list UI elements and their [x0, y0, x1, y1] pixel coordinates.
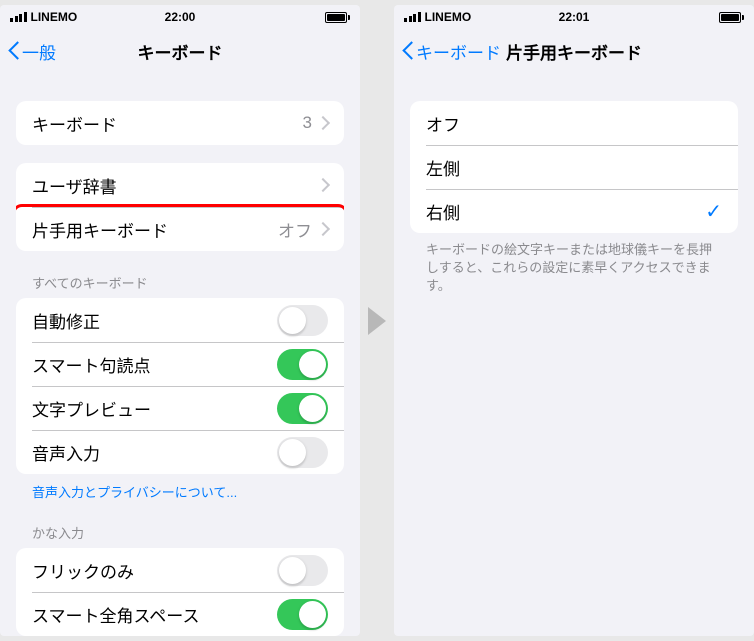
row-value: オフ [278, 217, 312, 242]
back-label: キーボード [416, 39, 501, 64]
back-button[interactable]: キーボード [402, 39, 501, 64]
chevron-right-icon [320, 222, 328, 236]
option-off[interactable]: オフ [410, 101, 738, 145]
battery-icon [719, 12, 744, 23]
signal-icon [10, 12, 27, 22]
row-label: 右側 [426, 199, 705, 224]
dictation-privacy-link[interactable]: 音声入力とプライバシーについて... [0, 474, 360, 501]
toggle-autocorrect[interactable] [277, 305, 328, 336]
row-smart-fullwidth-space[interactable]: スマート全角スペース [16, 592, 344, 636]
back-button[interactable]: 一般 [8, 39, 56, 64]
chevron-left-icon [8, 41, 20, 61]
group-dict-onehanded: ユーザ辞書 片手用キーボード オフ [16, 163, 344, 251]
toggle-smart-fullwidth-space[interactable] [277, 599, 328, 630]
toggle-dictation[interactable] [277, 437, 328, 468]
row-dictation[interactable]: 音声入力 [16, 430, 344, 474]
row-label: キーボード [32, 111, 303, 136]
row-value: 3 [303, 113, 312, 133]
row-label: 音声入力 [32, 440, 277, 465]
arrow-right-icon [368, 307, 386, 335]
content: キーボード 3 ユーザ辞書 片手用キーボード オフ すべてのキーボード 自動修正 [0, 73, 360, 636]
status-bar: LINEMO 22:00 [0, 5, 360, 29]
row-one-handed-keyboard[interactable]: 片手用キーボード オフ [16, 207, 344, 251]
status-bar: LINEMO 22:01 [394, 5, 754, 29]
group-kana: フリックのみ スマート全角スペース [16, 548, 344, 636]
row-flick-only[interactable]: フリックのみ [16, 548, 344, 592]
row-character-preview[interactable]: 文字プレビュー [16, 386, 344, 430]
group-keyboards: キーボード 3 [16, 101, 344, 145]
row-label: スマート全角スペース [32, 602, 277, 627]
chevron-right-icon [320, 116, 328, 130]
status-left: LINEMO [10, 10, 77, 24]
option-right[interactable]: 右側 ✓ [410, 189, 738, 233]
right-phone: LINEMO 22:01 キーボード 片手用キーボード オフ 左側 右側 ✓ [394, 5, 754, 636]
transition-arrow [360, 307, 394, 335]
row-label: 左側 [426, 155, 722, 180]
nav-header: 一般 キーボード [0, 29, 360, 73]
toggle-character-preview[interactable] [277, 393, 328, 424]
status-left: LINEMO [404, 10, 471, 24]
row-label: スマート句読点 [32, 352, 277, 377]
row-label: 自動修正 [32, 308, 277, 333]
row-label: ユーザ辞書 [32, 173, 320, 198]
row-label: フリックのみ [32, 558, 277, 583]
toggle-smart-punctuation[interactable] [277, 349, 328, 380]
row-autocorrect[interactable]: 自動修正 [16, 298, 344, 342]
row-keyboards[interactable]: キーボード 3 [16, 101, 344, 145]
group-one-handed-options: オフ 左側 右側 ✓ [410, 101, 738, 233]
chevron-right-icon [320, 178, 328, 192]
signal-icon [404, 12, 421, 22]
battery-icon [325, 12, 350, 23]
chevron-left-icon [402, 41, 414, 61]
row-label: 片手用キーボード [32, 217, 278, 242]
nav-header: キーボード 片手用キーボード [394, 29, 754, 73]
carrier-label: LINEMO [425, 10, 472, 24]
content: オフ 左側 右側 ✓ キーボードの絵文字キーまたは地球儀キーを長押しすると、これ… [394, 73, 754, 636]
left-phone: LINEMO 22:00 一般 キーボード キーボード 3 ユーザ辞書 [0, 5, 360, 636]
footer-text: キーボードの絵文字キーまたは地球儀キーを長押しすると、これらの設定に素早くアクセ… [394, 233, 754, 296]
row-label: 文字プレビュー [32, 396, 277, 421]
back-label: 一般 [22, 39, 56, 64]
section-header-all-keyboards: すべてのキーボード [0, 251, 360, 298]
toggle-flick-only[interactable] [277, 555, 328, 586]
row-smart-punctuation[interactable]: スマート句読点 [16, 342, 344, 386]
carrier-label: LINEMO [31, 10, 78, 24]
checkmark-icon: ✓ [705, 199, 722, 224]
section-header-kana: かな入力 [0, 501, 360, 548]
row-label: オフ [426, 111, 722, 136]
row-user-dictionary[interactable]: ユーザ辞書 [16, 163, 344, 207]
option-left[interactable]: 左側 [410, 145, 738, 189]
group-all-keyboards: 自動修正 スマート句読点 文字プレビュー 音声入力 [16, 298, 344, 474]
